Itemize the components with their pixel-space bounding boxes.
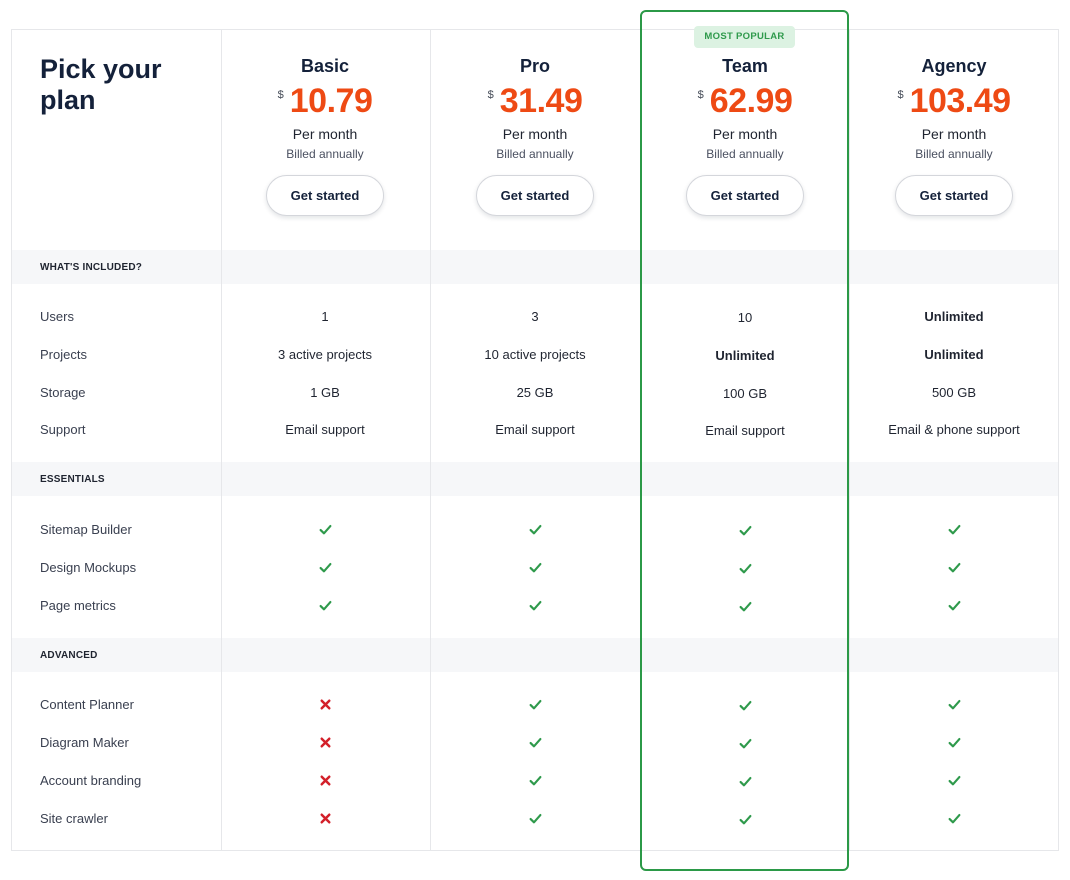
check-icon	[641, 524, 849, 538]
price-amount: 62.99	[709, 82, 793, 120]
check-icon	[431, 736, 639, 750]
cell-support-team: Email support	[705, 423, 785, 438]
get-started-button-basic[interactable]: Get started	[266, 175, 384, 216]
feature-label-content-planner: Content Planner	[40, 697, 134, 712]
cell-projects-pro: 10 active projects	[484, 347, 586, 362]
check-icon	[641, 699, 849, 713]
currency-symbol: $	[277, 89, 284, 101]
plan-price: $62.99	[641, 81, 849, 121]
plan-team: Team $62.99 Per month Billed annually Ge…	[641, 29, 849, 249]
plan-name: Team	[722, 56, 768, 76]
cell-projects-agency: Unlimited	[924, 347, 984, 362]
cell-support-basic: Email support	[285, 422, 365, 437]
cell-storage-basic: 1 GB	[310, 385, 340, 400]
check-icon	[850, 599, 1058, 613]
check-icon	[850, 736, 1058, 750]
check-icon	[850, 523, 1058, 537]
price-period: Per month	[502, 126, 568, 142]
billing-note: Billed annually	[706, 147, 784, 161]
get-started-button-pro[interactable]: Get started	[476, 175, 594, 216]
check-icon	[850, 698, 1058, 712]
plan-price: $10.79	[221, 81, 429, 121]
section-title-advanced: ADVANCED	[40, 650, 98, 661]
plan-basic: Basic $10.79 Per month Billed annually G…	[221, 29, 429, 249]
cell-storage-pro: 25 GB	[516, 385, 554, 400]
check-icon	[431, 523, 639, 537]
section-band-essentials	[12, 462, 1058, 496]
cell-users-basic: 1	[321, 309, 329, 324]
currency-symbol: $	[487, 89, 494, 101]
currency-symbol: $	[697, 89, 704, 101]
cell-users-agency: Unlimited	[924, 309, 984, 324]
cross-icon	[221, 736, 429, 750]
get-started-button-team[interactable]: Get started	[686, 175, 804, 216]
cell-support-pro: Email support	[495, 422, 575, 437]
get-started-button-agency[interactable]: Get started	[895, 175, 1013, 216]
check-icon	[850, 774, 1058, 788]
check-icon	[641, 562, 849, 576]
check-icon	[641, 737, 849, 751]
feature-label-diagram-maker: Diagram Maker	[40, 735, 129, 750]
cross-icon	[221, 774, 429, 788]
feature-label-projects: Projects	[40, 347, 87, 362]
check-icon	[850, 561, 1058, 575]
check-icon	[431, 812, 639, 826]
feature-label-site-crawler: Site crawler	[40, 811, 108, 826]
plan-name: Pro	[519, 56, 550, 76]
feature-label-page-metrics: Page metrics	[40, 598, 116, 613]
plan-name: Basic	[300, 56, 350, 76]
price-amount: 31.49	[499, 82, 583, 120]
section-band-advanced	[12, 638, 1058, 672]
cell-projects-team: Unlimited	[715, 348, 775, 363]
check-icon	[641, 600, 849, 614]
plan-agency: Agency $103.49 Per month Billed annually…	[850, 29, 1058, 249]
check-icon	[431, 561, 639, 575]
feature-label-support: Support	[40, 422, 86, 437]
plan-price: $31.49	[431, 81, 639, 121]
cell-storage-agency: 500 GB	[931, 385, 977, 400]
feature-label-storage: Storage	[40, 385, 86, 400]
cell-support-agency: Email & phone support	[888, 422, 1020, 437]
cell-users-pro: 3	[531, 309, 539, 324]
feature-label-design-mockups: Design Mockups	[40, 560, 137, 575]
price-period: Per month	[712, 126, 778, 142]
feature-label-sitemap-builder: Sitemap Builder	[40, 522, 132, 537]
section-title-included: WHAT'S INCLUDED?	[40, 262, 143, 273]
section-band-included	[12, 250, 1058, 284]
check-icon	[641, 813, 849, 827]
check-icon	[221, 523, 429, 537]
plan-pro: Pro $31.49 Per month Billed annually Get…	[431, 29, 639, 249]
currency-symbol: $	[897, 89, 904, 101]
price-period: Per month	[921, 126, 987, 142]
cross-icon	[221, 812, 429, 826]
check-icon	[641, 775, 849, 789]
billing-note: Billed annually	[915, 147, 993, 161]
check-icon	[221, 599, 429, 613]
cell-users-team: 10	[737, 310, 753, 325]
billing-note: Billed annually	[496, 147, 574, 161]
check-icon	[221, 561, 429, 575]
check-icon	[431, 599, 639, 613]
check-icon	[431, 774, 639, 788]
cell-projects-basic: 3 active projects	[278, 347, 372, 362]
price-amount: 10.79	[289, 82, 373, 120]
cell-storage-team: 100 GB	[722, 386, 768, 401]
check-icon	[431, 698, 639, 712]
plan-name: Agency	[921, 56, 987, 76]
price-period: Per month	[292, 126, 358, 142]
feature-label-account-branding: Account branding	[40, 773, 142, 788]
plan-price: $103.49	[850, 81, 1058, 121]
section-title-essentials: ESSENTIALS	[40, 474, 105, 485]
price-amount: 103.49	[909, 82, 1012, 120]
page-title: Pick your plan	[40, 54, 162, 115]
feature-label-users: Users	[40, 309, 74, 324]
cross-icon	[221, 698, 429, 712]
billing-note: Billed annually	[286, 147, 364, 161]
check-icon	[850, 812, 1058, 826]
